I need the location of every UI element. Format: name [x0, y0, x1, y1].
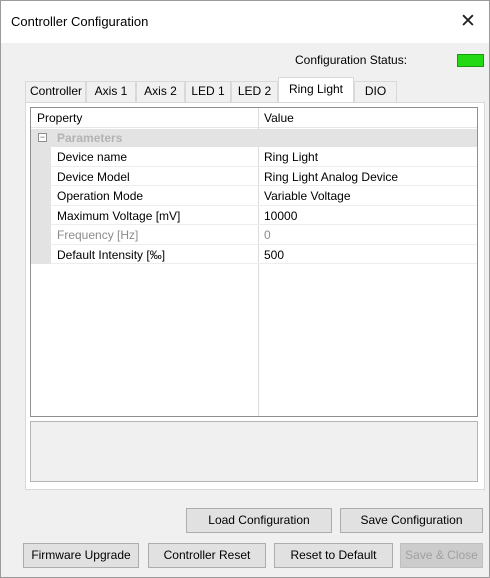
tab-panel-ring-light: Property Value − Parameters Device name …: [25, 102, 485, 490]
tab-axis-1[interactable]: Axis 1: [86, 81, 136, 102]
property-value[interactable]: Variable Voltage: [264, 189, 351, 203]
tab-dio[interactable]: DIO: [354, 81, 397, 102]
property-value: 0: [264, 228, 271, 242]
tab-ring-light[interactable]: Ring Light: [278, 77, 354, 102]
property-grid[interactable]: Property Value − Parameters Device name …: [30, 107, 478, 417]
collapse-icon[interactable]: −: [38, 133, 47, 142]
window-title: Controller Configuration: [11, 14, 149, 29]
reset-to-default-button[interactable]: Reset to Default: [274, 543, 393, 568]
category-parameters[interactable]: − Parameters: [31, 129, 477, 147]
configuration-status-label: Configuration Status:: [295, 53, 408, 67]
close-icon[interactable]: ✕: [453, 7, 483, 37]
tab-bar: Controller Axis 1 Axis 2 LED 1 LED 2 Rin…: [25, 77, 485, 102]
load-configuration-button[interactable]: Load Configuration: [186, 508, 332, 533]
tab-led-1[interactable]: LED 1: [185, 81, 231, 102]
property-column-header: Property: [37, 111, 83, 125]
property-value[interactable]: Ring Light: [264, 150, 318, 164]
property-name: Operation Mode: [57, 189, 144, 203]
property-name: Device name: [57, 150, 128, 164]
firmware-upgrade-button[interactable]: Firmware Upgrade: [23, 543, 139, 568]
property-name: Frequency [Hz]: [57, 228, 139, 242]
category-label: Parameters: [57, 131, 123, 145]
tab-led-2[interactable]: LED 2: [231, 81, 278, 102]
property-row-operation-mode[interactable]: Operation Mode Variable Voltage: [51, 186, 477, 206]
value-column-header: Value: [264, 111, 294, 125]
title-bar: Controller Configuration ✕: [1, 1, 489, 43]
property-row-frequency: Frequency [Hz] 0: [51, 225, 477, 245]
property-grid-header: Property Value: [31, 108, 477, 128]
property-description-pane: [30, 421, 478, 482]
configuration-status-indicator: [457, 54, 484, 67]
property-value[interactable]: 10000: [264, 209, 297, 223]
tab-controller[interactable]: Controller: [25, 81, 86, 102]
property-row-default-intensity[interactable]: Default Intensity [‰] 500: [51, 245, 477, 264]
property-row-maximum-voltage[interactable]: Maximum Voltage [mV] 10000: [51, 206, 477, 225]
property-row-device-model[interactable]: Device Model Ring Light Analog Device: [51, 167, 477, 186]
save-configuration-button[interactable]: Save Configuration: [340, 508, 483, 533]
property-name: Device Model: [57, 169, 130, 184]
property-row-device-name[interactable]: Device name Ring Light: [51, 147, 477, 167]
save-and-close-button: Save & Close: [400, 543, 483, 568]
controller-reset-button[interactable]: Controller Reset: [148, 543, 266, 568]
grid-margin: [31, 147, 51, 264]
controller-configuration-dialog: Controller Configuration ✕ Configuration…: [0, 0, 490, 578]
property-value[interactable]: 500: [264, 248, 284, 262]
property-name: Maximum Voltage [mV]: [57, 208, 181, 223]
property-name: Default Intensity [‰]: [57, 247, 166, 262]
tab-axis-2[interactable]: Axis 2: [136, 81, 185, 102]
property-value[interactable]: Ring Light Analog Device: [264, 170, 398, 184]
